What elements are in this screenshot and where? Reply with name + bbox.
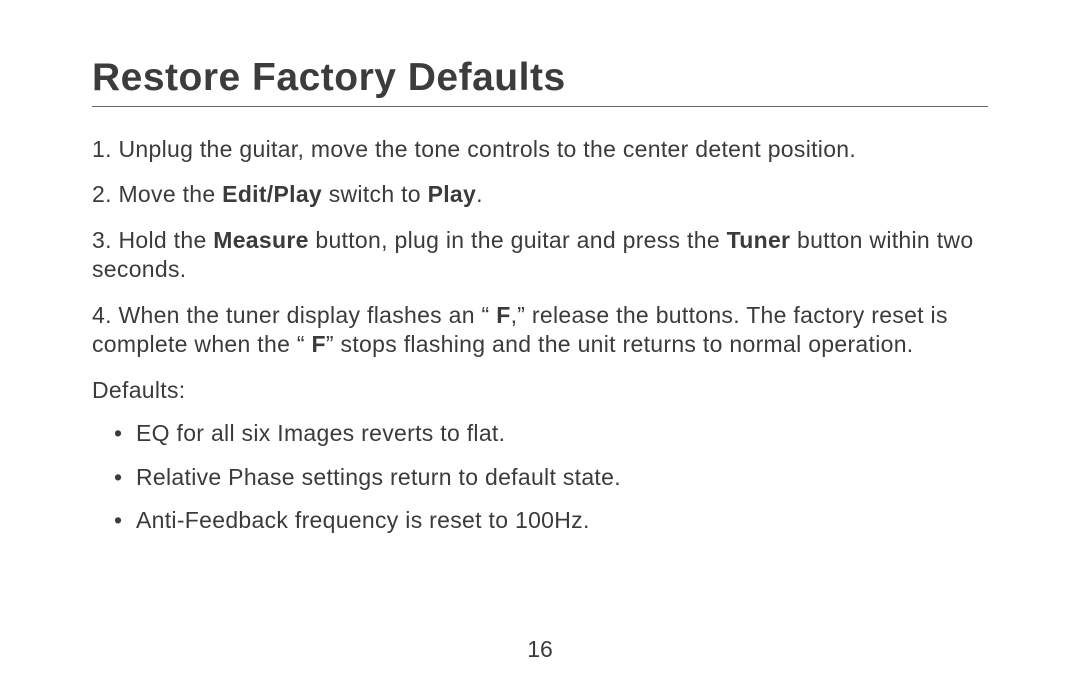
step-2-pre: 2. Move the <box>92 181 222 207</box>
step-1-text: 1. Unplug the guitar, move the tone cont… <box>92 136 856 162</box>
step-4-bold-f2: F <box>312 331 326 357</box>
defaults-list: EQ for all six Images reverts to flat. R… <box>92 419 988 535</box>
list-item: EQ for all six Images reverts to flat. <box>136 419 988 448</box>
body-text: 1. Unplug the guitar, move the tone cont… <box>92 135 988 535</box>
step-4-pre: 4. When the tuner display flashes an “ <box>92 302 496 328</box>
page-title: Restore Factory Defaults <box>92 56 988 100</box>
step-3-bold-tuner: Tuner <box>727 227 791 253</box>
step-4-post: ” stops flashing and the unit returns to… <box>326 331 914 357</box>
step-2-post: . <box>476 181 483 207</box>
step-2-bold-editplay: Edit/Play <box>222 181 322 207</box>
bullet-1-text: EQ for all six Images reverts to flat. <box>136 420 505 446</box>
list-item: Anti-Feedback frequency is reset to 100H… <box>136 506 988 535</box>
step-3: 3. Hold the Measure button, plug in the … <box>92 226 988 285</box>
step-3-bold-measure: Measure <box>213 227 308 253</box>
step-2-bold-play: Play <box>428 181 477 207</box>
manual-page: Restore Factory Defaults 1. Unplug the g… <box>0 0 1080 697</box>
step-3-mid: button, plug in the guitar and press the <box>309 227 727 253</box>
step-1: 1. Unplug the guitar, move the tone cont… <box>92 135 988 164</box>
list-item: Relative Phase settings return to defaul… <box>136 463 988 492</box>
step-2-mid: switch to <box>322 181 428 207</box>
defaults-label: Defaults: <box>92 376 988 405</box>
bullet-2-text: Relative Phase settings return to defaul… <box>136 464 621 490</box>
bullet-3-text: Anti-Feedback frequency is reset to 100H… <box>136 507 590 533</box>
step-4: 4. When the tuner display flashes an “ F… <box>92 301 988 360</box>
step-4-bold-f1: F <box>496 302 510 328</box>
step-2: 2. Move the Edit/Play switch to Play. <box>92 180 988 209</box>
step-3-pre: 3. Hold the <box>92 227 213 253</box>
title-rule <box>92 106 988 107</box>
page-number: 16 <box>0 636 1080 663</box>
